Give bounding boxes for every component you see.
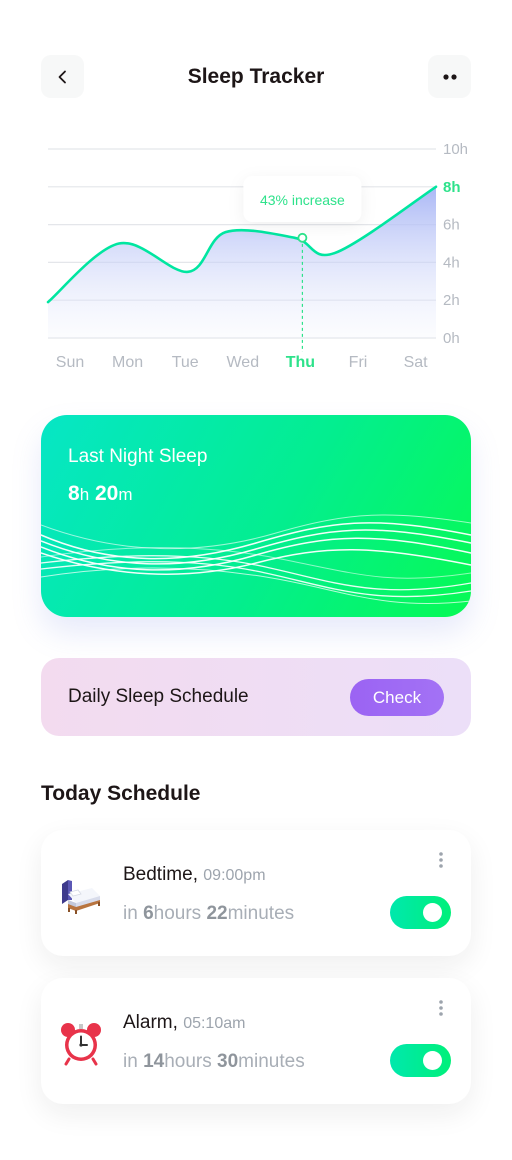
x-category-label: Sun (56, 354, 84, 371)
x-category-label: Tue (172, 354, 199, 371)
x-category-label: Mon (112, 354, 143, 371)
y-tick-label: 0h (443, 330, 460, 347)
daily-sleep-schedule-label: Daily Sleep Schedule (68, 686, 249, 707)
sleep-minutes-value: 20 (95, 482, 119, 505)
last-night-sleep-title: Last Night Sleep (68, 446, 208, 467)
alarm-time: 05:10am (183, 1015, 246, 1032)
annotation-text: 43% increase (260, 192, 345, 208)
y-tick-label: 6h (443, 217, 460, 234)
last-night-sleep-card[interactable]: Last Night Sleep 8h 20m (41, 415, 471, 617)
check-button[interactable]: Check (350, 679, 444, 716)
bedtime-countdown-hours-unit: hours (153, 903, 207, 924)
annotation-point (297, 232, 308, 243)
more-horizontal-icon (442, 73, 457, 80)
today-schedule-title: Today Schedule (41, 782, 201, 805)
more-button[interactable] (428, 55, 471, 98)
alarm-toggle-knob (423, 1051, 442, 1070)
sleep-chart: 43% increase 10h 8h 6h 4h 2h 0h Sun Mon Tue Wed Th… (0, 130, 512, 380)
bedtime-more-icon[interactable] (436, 850, 446, 870)
alarm-toggle[interactable] (390, 1044, 451, 1077)
alarm-card[interactable]: Alarm, 05:10am in 14hours 30minutes (41, 978, 471, 1104)
x-category-label: Wed (226, 354, 259, 371)
bedtime-label: Bedtime, (123, 864, 198, 885)
bedtime-toggle-knob (423, 903, 442, 922)
y-tick-label: 2h (443, 292, 460, 309)
last-night-sleep-duration: 8h 20m (68, 481, 133, 508)
bedtime-countdown-prefix: in (123, 903, 144, 924)
daily-sleep-schedule-banner: Daily Sleep Schedule Check (41, 658, 471, 736)
bedtime-card[interactable]: Bedtime, 09:00pm in 6hours 22minutes (41, 830, 471, 956)
bedtime-toggle[interactable] (390, 896, 451, 929)
alarm-countdown-hours: 14 (143, 1051, 165, 1072)
alarm-countdown-hours-unit: hours (164, 1051, 218, 1072)
sleep-area-fill (48, 186, 436, 338)
bedtime-countdown-hours: 6 (143, 903, 154, 924)
bedtime-countdown-minutes-unit: minutes (227, 903, 295, 924)
bedtime-countdown-minutes: 22 (206, 903, 228, 924)
alarm-countdown-prefix: in (123, 1051, 144, 1072)
x-category-label: Fri (349, 354, 368, 371)
alarm-clock-icon (61, 1023, 101, 1066)
bedtime-title: Bedtime, 09:00pm (123, 863, 266, 888)
alarm-label: Alarm, (123, 1012, 178, 1033)
alarm-countdown-minutes: 30 (217, 1051, 239, 1072)
sleep-minutes-unit: m (118, 485, 133, 504)
alarm-more-icon[interactable] (436, 998, 446, 1018)
sleep-chart-svg: 43% increase 10h 8h 6h 4h 2h 0h Sun Mon Tue Wed Th… (46, 141, 468, 371)
alarm-title: Alarm, 05:10am (123, 1011, 245, 1036)
bed-icon (62, 880, 100, 914)
sleep-hours-unit: h (79, 485, 90, 504)
y-tick-label: 8h (443, 179, 461, 196)
sleep-hours-value: 8 (68, 482, 80, 505)
alarm-countdown-minutes-unit: minutes (238, 1051, 305, 1072)
bedtime-time: 09:00pm (203, 867, 266, 884)
x-category-label: Thu (286, 354, 315, 371)
y-tick-label: 4h (443, 254, 460, 271)
alarm-countdown: in 14hours 30minutes (123, 1050, 305, 1074)
x-category-label: Sat (404, 354, 429, 371)
bedtime-countdown: in 6hours 22minutes (123, 902, 294, 926)
y-tick-label: 10h (443, 141, 468, 158)
